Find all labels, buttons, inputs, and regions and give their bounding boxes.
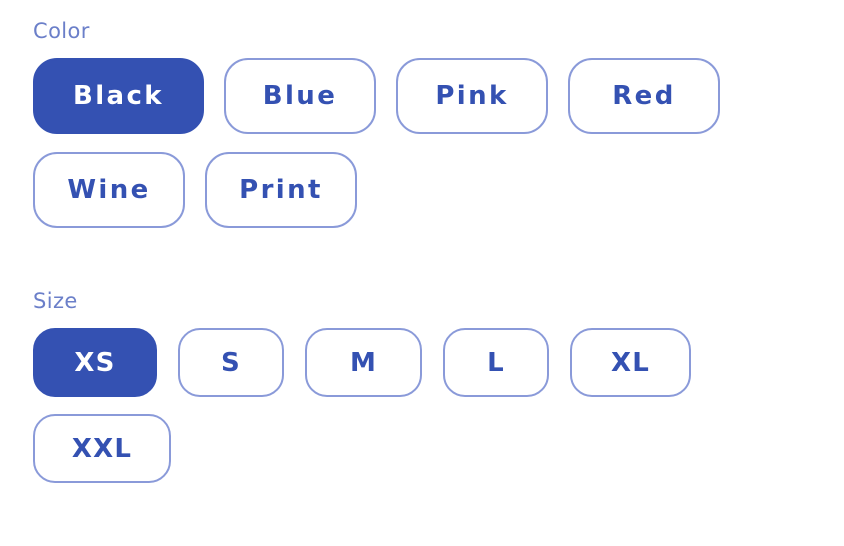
size-option-list: XS S M L XL XXL — [0, 328, 844, 500]
color-option-wine[interactable]: Wine — [33, 152, 185, 228]
size-option-m[interactable]: M — [305, 328, 422, 397]
size-option-group: Size XS S M L XL XXL — [0, 288, 844, 500]
size-group-label: Size — [33, 289, 78, 313]
size-option-s[interactable]: S — [178, 328, 284, 397]
color-option-pink[interactable]: Pink — [396, 58, 548, 134]
color-option-group: Color Black Blue Pink Red Wine Print — [0, 18, 844, 246]
color-option-black[interactable]: Black — [33, 58, 204, 134]
size-option-l[interactable]: L — [443, 328, 549, 397]
color-option-red[interactable]: Red — [568, 58, 720, 134]
color-option-print[interactable]: Print — [205, 152, 357, 228]
color-group-label: Color — [33, 19, 90, 43]
size-option-xl[interactable]: XL — [570, 328, 691, 397]
color-option-blue[interactable]: Blue — [224, 58, 376, 134]
variant-selector-panel: Color Black Blue Pink Red Wine Print Siz… — [0, 0, 844, 546]
size-option-xxl[interactable]: XXL — [33, 414, 171, 483]
size-option-xs[interactable]: XS — [33, 328, 157, 397]
color-option-list: Black Blue Pink Red Wine Print — [0, 58, 844, 246]
